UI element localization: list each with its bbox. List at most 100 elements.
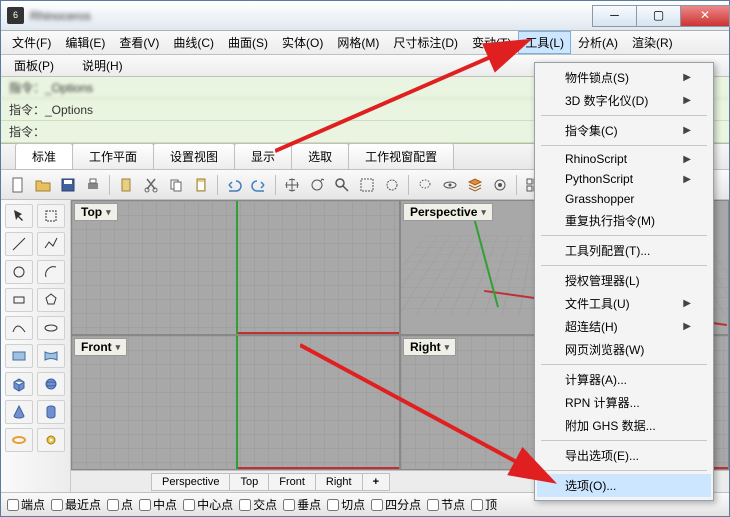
menu-item[interactable]: 指令集(C)▶: [537, 119, 711, 142]
viewport-tab[interactable]: Top: [229, 473, 269, 491]
zoom-icon[interactable]: [331, 174, 353, 196]
osnap-中点[interactable]: 中点: [139, 496, 177, 513]
toolbar-tab[interactable]: 设置视图: [153, 143, 235, 169]
hide-icon[interactable]: [439, 174, 461, 196]
menu-说明h[interactable]: 说明(H): [75, 57, 130, 74]
menu-面板p[interactable]: 面板(P): [7, 57, 61, 74]
menu-item[interactable]: 重复执行指令(M): [537, 209, 711, 232]
osnap-点[interactable]: 点: [107, 496, 133, 513]
viewport-top[interactable]: Top▾: [72, 201, 399, 334]
circle-tool[interactable]: [5, 260, 33, 284]
menu-item[interactable]: 附加 GHS 数据...: [537, 414, 711, 437]
paste-icon[interactable]: [190, 174, 212, 196]
select-lasso-icon[interactable]: [414, 174, 436, 196]
menu-实体o[interactable]: 实体(O): [275, 31, 330, 54]
copy-icon[interactable]: [165, 174, 187, 196]
toolbar-tab[interactable]: 选取: [291, 143, 349, 169]
cylinder-tool[interactable]: [37, 400, 65, 424]
zoom-selected-icon[interactable]: [381, 174, 403, 196]
menu-变动t[interactable]: 变动(T): [465, 31, 518, 54]
line-tool[interactable]: [5, 232, 33, 256]
toolbar-tab[interactable]: 显示: [234, 143, 292, 169]
osnap-四分点[interactable]: 四分点: [371, 496, 421, 513]
menu-item[interactable]: PythonScript▶: [537, 169, 711, 189]
menu-编辑e[interactable]: 编辑(E): [58, 31, 112, 54]
arc-tool[interactable]: [37, 260, 65, 284]
osnap-中心点[interactable]: 中心点: [183, 496, 233, 513]
loft-tool[interactable]: [37, 344, 65, 368]
viewport-label[interactable]: Perspective▾: [403, 203, 493, 221]
add-viewport-tab[interactable]: +: [362, 473, 390, 491]
new-file-icon[interactable]: [7, 174, 29, 196]
pointer-tool[interactable]: [5, 204, 33, 228]
menu-item[interactable]: 物件锁点(S)▶: [537, 66, 711, 89]
surface-tool[interactable]: [5, 344, 33, 368]
box-tool[interactable]: [5, 372, 33, 396]
menu-渲染r[interactable]: 渲染(R): [625, 31, 680, 54]
menu-查看v[interactable]: 查看(V): [112, 31, 166, 54]
menu-item[interactable]: 工具列配置(T)...: [537, 239, 711, 262]
viewport-label[interactable]: Top▾: [74, 203, 118, 221]
menu-item[interactable]: 网页浏览器(W): [537, 338, 711, 361]
ellipse-tool[interactable]: [37, 316, 65, 340]
viewport-label[interactable]: Right▾: [403, 338, 456, 356]
cone-tool[interactable]: [5, 400, 33, 424]
viewport-tab[interactable]: Front: [268, 473, 316, 491]
rotate-view-icon[interactable]: [306, 174, 328, 196]
cut-icon[interactable]: [140, 174, 162, 196]
menu-item[interactable]: Grasshopper: [537, 189, 711, 209]
osnap-顶[interactable]: 顶: [471, 496, 497, 513]
menu-item[interactable]: 计算器(A)...: [537, 368, 711, 391]
viewport-tab[interactable]: Perspective: [151, 473, 230, 491]
layers-icon[interactable]: [464, 174, 486, 196]
menu-尺寸标注d[interactable]: 尺寸标注(D): [386, 31, 465, 54]
osnap-端点[interactable]: 端点: [7, 496, 45, 513]
toolbar-tab[interactable]: 工作视窗配置: [348, 143, 454, 169]
app-icon: 6: [7, 7, 24, 24]
save-icon[interactable]: [57, 174, 79, 196]
maximize-button[interactable]: ▢: [636, 5, 681, 27]
viewport-front[interactable]: Front▾: [72, 336, 399, 469]
print-icon[interactable]: [82, 174, 104, 196]
gear-tool[interactable]: [37, 428, 65, 452]
close-button[interactable]: ✕: [680, 5, 730, 27]
menu-文件f[interactable]: 文件(F): [5, 31, 58, 54]
menu-曲线c[interactable]: 曲线(C): [166, 31, 221, 54]
toolbar-tab[interactable]: 标准: [15, 143, 73, 169]
osnap-切点[interactable]: 切点: [327, 496, 365, 513]
menu-网格m[interactable]: 网格(M): [330, 31, 386, 54]
viewport-tab[interactable]: Right: [315, 473, 363, 491]
torus-tool[interactable]: [5, 428, 33, 452]
pan-icon[interactable]: [281, 174, 303, 196]
zoom-extents-icon[interactable]: [356, 174, 378, 196]
osnap-最近点[interactable]: 最近点: [51, 496, 101, 513]
undo-icon[interactable]: [223, 174, 245, 196]
menu-item[interactable]: 导出选项(E)...: [537, 444, 711, 467]
menu-工具l[interactable]: 工具(L): [518, 31, 571, 54]
menu-分析a[interactable]: 分析(A): [571, 31, 625, 54]
menu-item[interactable]: 超连结(H)▶: [537, 315, 711, 338]
toolbar-tab[interactable]: 工作平面: [72, 143, 154, 169]
properties-icon[interactable]: [489, 174, 511, 196]
sphere-tool[interactable]: [37, 372, 65, 396]
minimize-button[interactable]: ─: [592, 5, 637, 27]
menu-item[interactable]: 3D 数字化仪(D)▶: [537, 89, 711, 112]
menu-item[interactable]: RhinoScript▶: [537, 149, 711, 169]
osnap-节点[interactable]: 节点: [427, 496, 465, 513]
osnap-交点[interactable]: 交点: [239, 496, 277, 513]
curve-tool[interactable]: [5, 316, 33, 340]
polygon-tool[interactable]: [37, 288, 65, 312]
menu-item[interactable]: 文件工具(U)▶: [537, 292, 711, 315]
open-file-icon[interactable]: [32, 174, 54, 196]
clipboard-icon[interactable]: [115, 174, 137, 196]
menu-item[interactable]: RPN 计算器...: [537, 391, 711, 414]
select-tool[interactable]: [37, 204, 65, 228]
viewport-label[interactable]: Front▾: [74, 338, 127, 356]
menu-item[interactable]: 授权管理器(L): [537, 269, 711, 292]
redo-icon[interactable]: [248, 174, 270, 196]
menu-曲面s[interactable]: 曲面(S): [221, 31, 275, 54]
menu-item[interactable]: 选项(O)...: [537, 474, 711, 497]
rectangle-tool[interactable]: [5, 288, 33, 312]
polyline-tool[interactable]: [37, 232, 65, 256]
osnap-垂点[interactable]: 垂点: [283, 496, 321, 513]
